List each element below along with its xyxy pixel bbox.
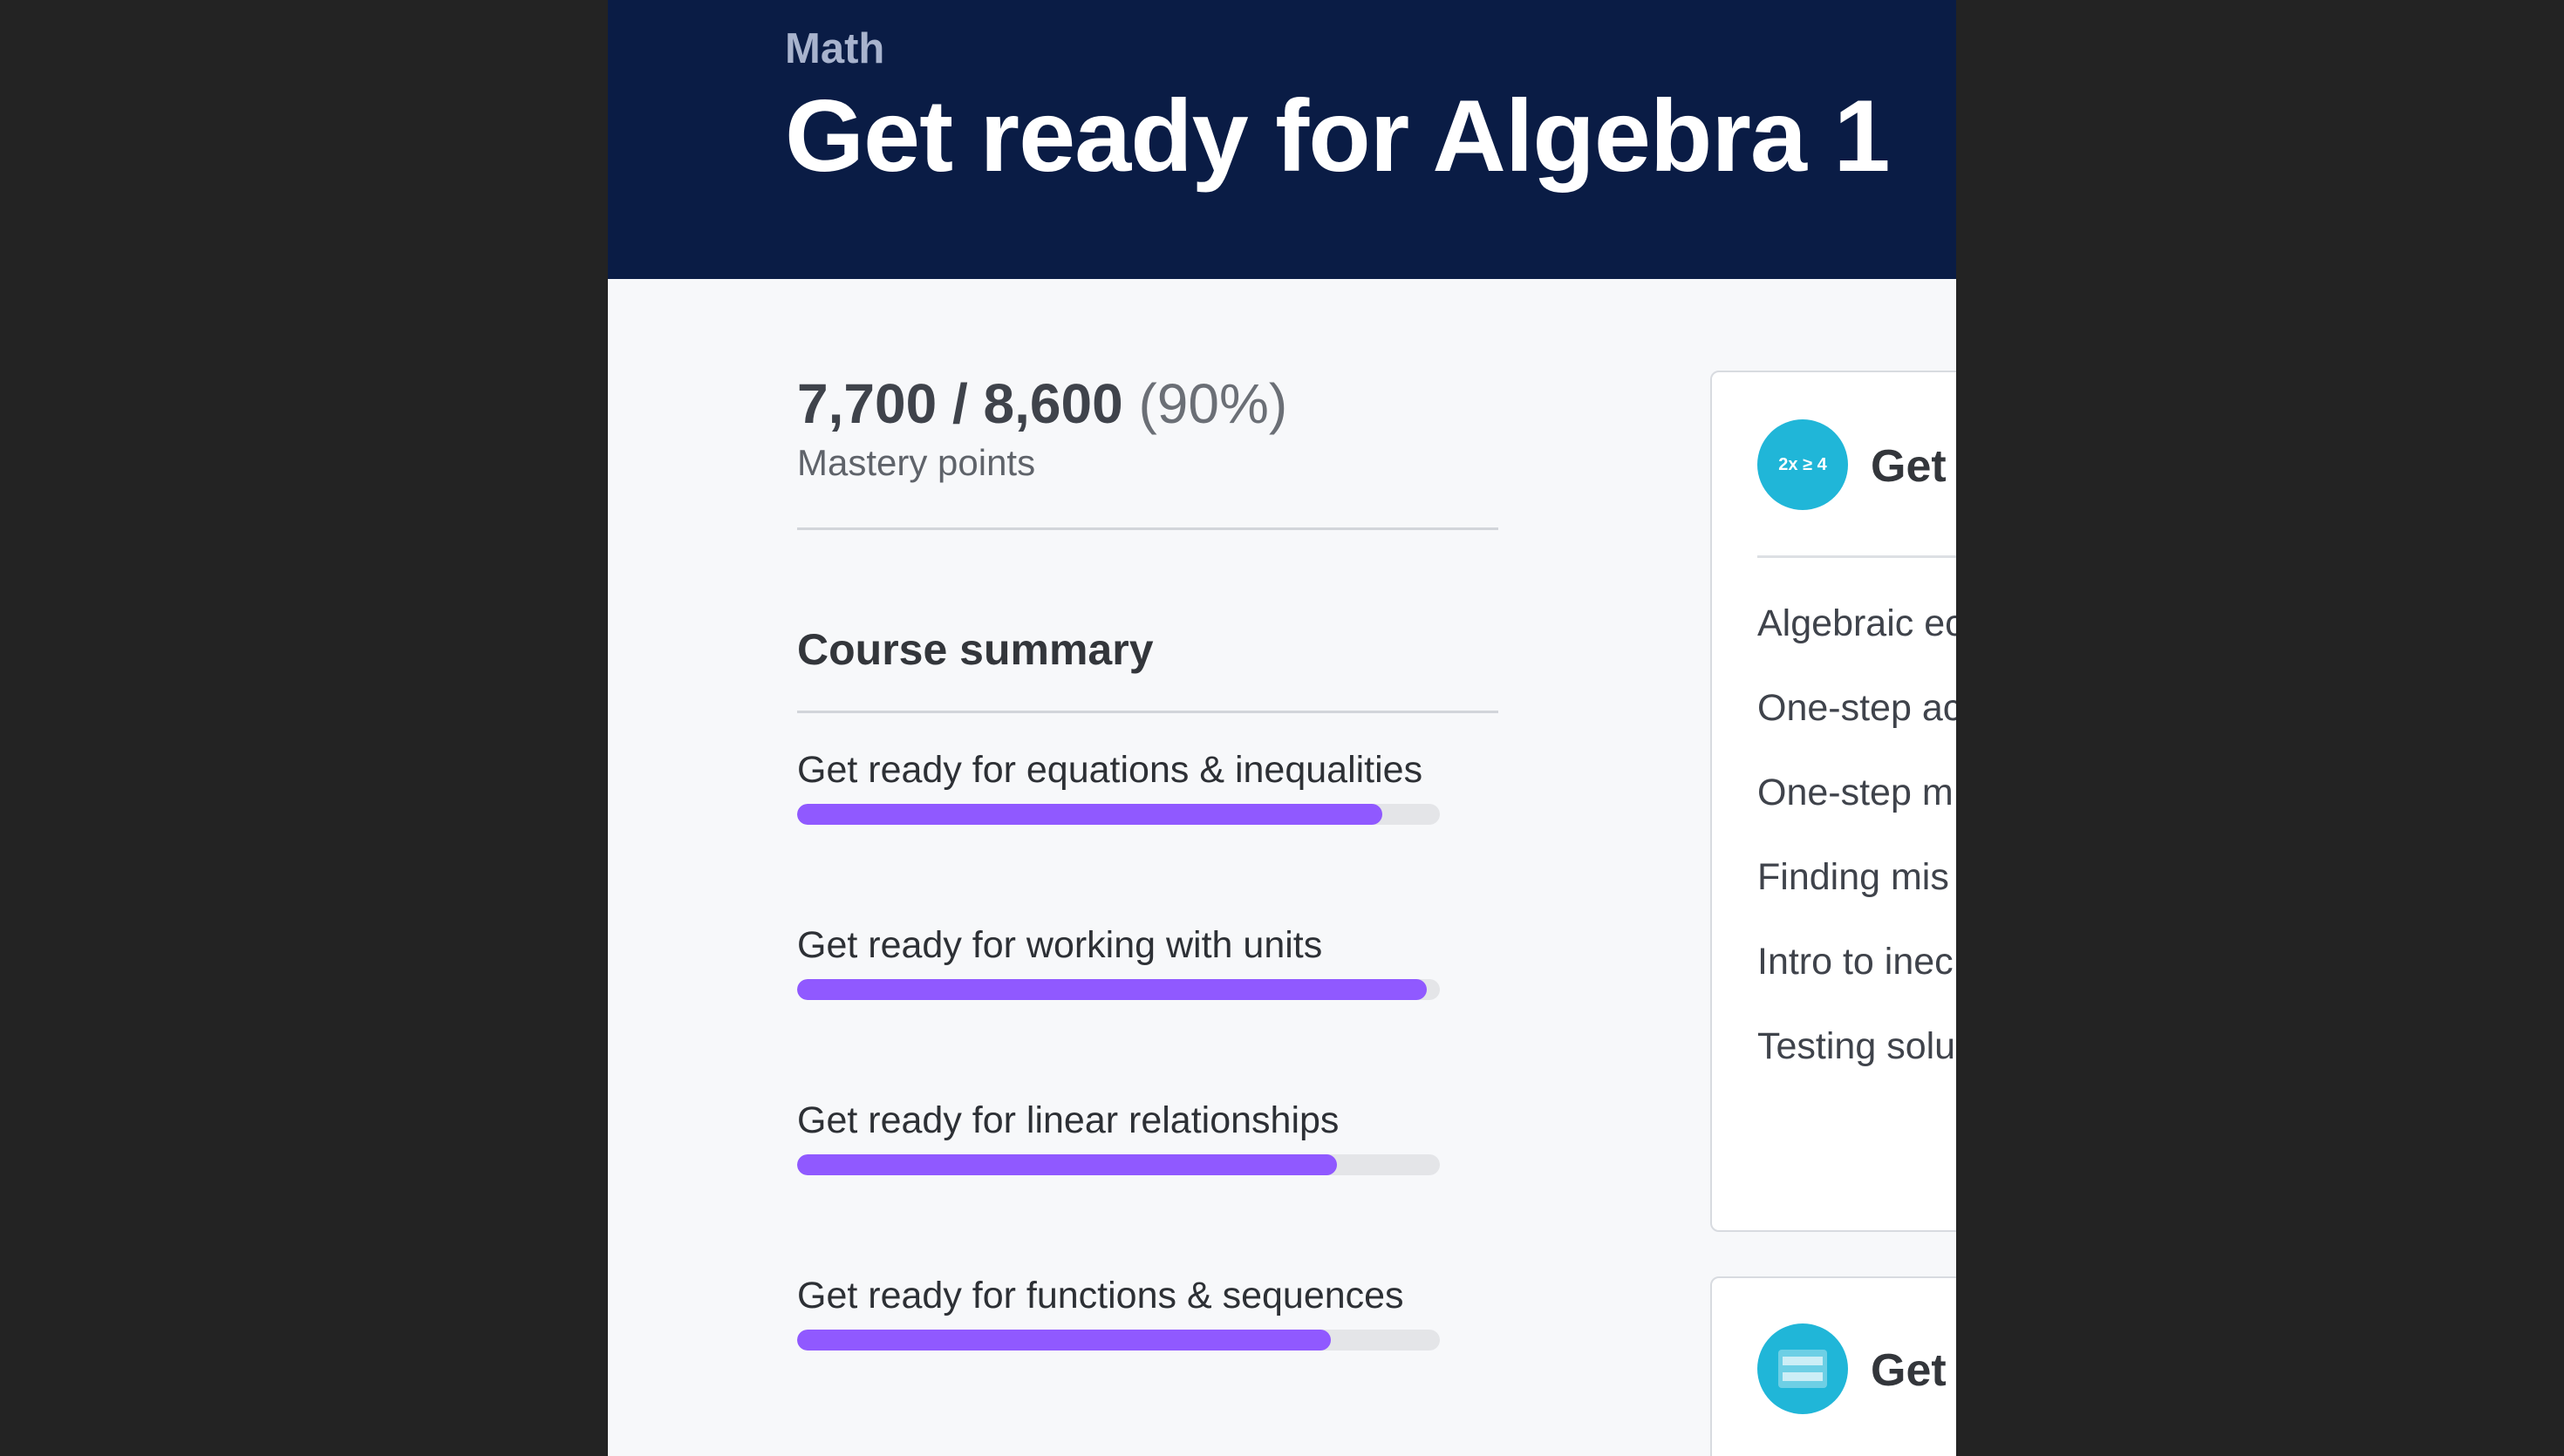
unit-title[interactable]: Get ready for equations & inequalities [797,746,1498,793]
course-title: Get ready for Algebra 1 [785,78,1891,193]
lesson-link[interactable]: Intro to inec [1757,938,1956,1023]
mastery-separator: / [951,372,968,435]
unit-card-divider [1757,555,1956,558]
mastery-points-label: Mastery points [797,442,1036,483]
unit-progress-track [797,1154,1440,1175]
unit-title[interactable]: Get ready for functions & sequences [797,1272,1498,1319]
lesson-list: Algebraic ec One-step ac One-step m Find… [1757,600,1956,1107]
mastery-divider [797,527,1498,530]
unit-progress-fill [797,1154,1338,1175]
unit-progress-item[interactable]: Get ready for linear relationships [797,1097,1498,1272]
unit-progress-track [797,804,1440,825]
unit-card-title[interactable]: Get [1871,1344,1947,1397]
lesson-link[interactable]: Algebraic ec [1757,600,1956,684]
ruler-shape [1778,1350,1827,1388]
unit-progress-item[interactable]: Get ready for functions & sequences [797,1272,1498,1447]
inequality-icon: 2x ≥ 4 [1757,419,1848,510]
unit-progress-item[interactable]: Get ready for equations & inequalities [797,746,1498,922]
lesson-link[interactable]: Finding mis [1757,854,1956,938]
mastery-points-value: 7,700 / 8,600 (90%) [797,371,1498,437]
unit-progress-fill [797,804,1382,825]
unit-progress-fill [797,1330,1331,1351]
subject-breadcrumb[interactable]: Math [785,24,884,73]
unit-card-equations[interactable]: 2x ≥ 4 Get Algebraic ec One-step ac One-… [1710,371,1956,1232]
unit-progress-fill [797,979,1428,1000]
course-page: Math Get ready for Algebra 1 7,700 / 8,6… [608,0,1956,1456]
unit-progress-track [797,1330,1440,1351]
unit-card-title[interactable]: Get [1871,440,1947,493]
lesson-link[interactable]: Testing solu [1757,1023,1956,1107]
lesson-link[interactable]: One-step m [1757,769,1956,854]
mastery-current-points: 7,700 [797,372,938,435]
course-summary-heading: Course summary [797,625,1154,674]
mastery-percentage: (90%) [1138,372,1288,435]
unit-title[interactable]: Get ready for linear relationships [797,1097,1498,1144]
unit-card-units[interactable]: Get [1710,1276,1956,1456]
mastery-total-points: 8,600 [983,372,1123,435]
course-header: Math Get ready for Algebra 1 [608,0,1956,279]
mastery-summary: 7,700 / 8,600 (90%) Mastery points [797,371,1498,486]
ruler-icon [1757,1323,1848,1414]
course-summary-list: Get ready for equations & inequalities G… [797,746,1498,1447]
course-summary-divider [797,711,1498,713]
lesson-link[interactable]: One-step ac [1757,684,1956,769]
unit-title[interactable]: Get ready for working with units [797,922,1498,969]
unit-progress-item[interactable]: Get ready for working with units [797,922,1498,1097]
unit-progress-track [797,979,1440,1000]
